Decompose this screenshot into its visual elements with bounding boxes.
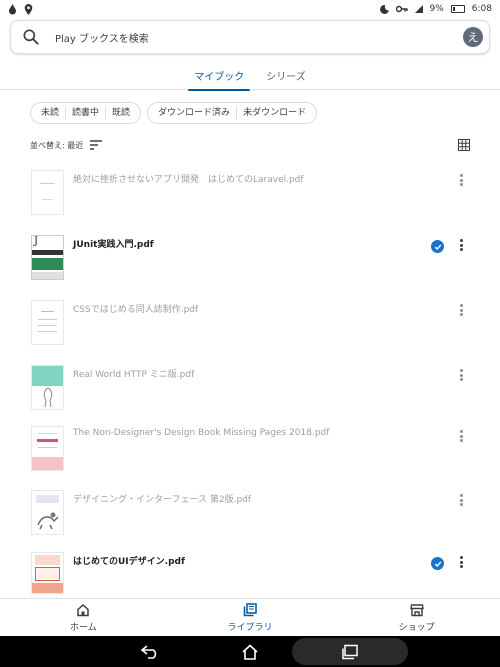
more-options-icon[interactable]: [455, 492, 467, 508]
chip-downloaded[interactable]: ダウンロード済み: [152, 107, 238, 119]
nav-library[interactable]: ライブラリ: [167, 599, 334, 636]
bottom-nav: ホーム ライブラリ ショップ: [0, 598, 500, 636]
book-title: CSSではじめる同人誌制作.pdf: [73, 305, 199, 315]
list-item[interactable]: デザイニング・インターフェース 第2版.pdf: [0, 490, 500, 551]
status-bar: 9% 6:08: [0, 0, 500, 18]
system-nav-bar: [0, 636, 500, 667]
status-left: [8, 3, 33, 15]
clock: 6:08: [471, 4, 492, 14]
more-options-icon[interactable]: [455, 428, 467, 444]
home-icon-system[interactable]: [239, 641, 261, 663]
filter-chips: 未読 読書中 既読 ダウンロード済み 未ダウンロード: [30, 102, 318, 124]
book-cover: [31, 365, 64, 410]
book-cover: J: [31, 235, 64, 280]
location-pin-icon: [24, 3, 33, 15]
reading-status-filter: 未読 読書中 既読: [30, 102, 142, 124]
more-options-icon[interactable]: [455, 367, 467, 383]
chip-reading[interactable]: 読書中: [66, 107, 107, 119]
sort-row: 並べ替え: 最近: [30, 137, 470, 153]
back-icon[interactable]: [139, 641, 161, 663]
list-item[interactable]: CSSではじめる同人誌制作.pdf: [0, 300, 500, 361]
nav-shop-label: ショップ: [398, 622, 435, 633]
more-options-icon[interactable]: [455, 237, 467, 253]
status-right: 9% 6:08: [379, 4, 492, 14]
book-title: The Non-Designer's Design Book Missing P…: [73, 428, 330, 438]
tab-my-books[interactable]: マイブック: [188, 64, 251, 91]
key-icon: [395, 5, 408, 13]
grid-view-icon[interactable]: [458, 139, 470, 151]
book-title: はじめてのUIデザイン.pdf: [73, 557, 185, 567]
nav-home[interactable]: ホーム: [0, 599, 167, 636]
downloaded-check-icon: [431, 240, 444, 253]
search-icon: [23, 29, 39, 45]
book-title: 絶対に挫折させないアプリ開発 はじめてのLaravel.pdf: [73, 175, 304, 185]
list-item[interactable]: J JUnit実践入門.pdf: [0, 235, 500, 296]
book-cover: [31, 170, 64, 215]
battery-icon: [450, 5, 465, 13]
sort-icon[interactable]: [89, 139, 103, 151]
book-title: Real World HTTP ミニ版.pdf: [73, 370, 195, 380]
home-icon: [77, 603, 90, 616]
book-title: デザイニング・インターフェース 第2版.pdf: [73, 495, 252, 505]
avatar[interactable]: え: [463, 27, 483, 47]
sort-label[interactable]: 並べ替え: 最近: [30, 140, 83, 151]
download-status-filter: ダウンロード済み 未ダウンロード: [147, 102, 318, 124]
shop-icon: [409, 603, 424, 616]
book-cover: [31, 490, 64, 535]
chip-finished[interactable]: 既読: [106, 107, 136, 119]
moon-icon: [379, 4, 389, 14]
drop-icon: [9, 3, 16, 14]
book-cover: [31, 300, 64, 345]
book-cover: [31, 552, 64, 594]
battery-percent: 9%: [429, 4, 444, 14]
more-options-icon[interactable]: [455, 554, 467, 570]
book-cover: [31, 426, 64, 471]
recents-icon[interactable]: [339, 641, 361, 663]
library-icon: [243, 602, 257, 616]
tab-bar: マイブック シリーズ: [0, 64, 500, 91]
search-bar[interactable]: Play ブックスを検索 え: [10, 20, 490, 54]
nav-shop[interactable]: ショップ: [333, 599, 500, 636]
tab-series[interactable]: シリーズ: [264, 64, 308, 90]
nav-home-label: ホーム: [69, 622, 97, 633]
more-options-icon[interactable]: [455, 172, 467, 188]
downloaded-check-icon: [431, 557, 444, 570]
chip-unread[interactable]: 未読: [35, 107, 67, 119]
book-title: JUnit実践入門.pdf: [73, 240, 154, 250]
list-item[interactable]: Real World HTTP ミニ版.pdf: [0, 365, 500, 426]
chip-not-downloaded[interactable]: 未ダウンロード: [237, 107, 312, 119]
list-item[interactable]: The Non-Designer's Design Book Missing P…: [0, 426, 500, 487]
signal-icon: [414, 5, 423, 13]
more-options-icon[interactable]: [455, 302, 467, 318]
search-input[interactable]: Play ブックスを検索: [55, 30, 463, 45]
nav-library-label: ライブラリ: [227, 622, 273, 633]
list-item[interactable]: 絶対に挫折させないアプリ開発 はじめてのLaravel.pdf: [0, 170, 500, 231]
